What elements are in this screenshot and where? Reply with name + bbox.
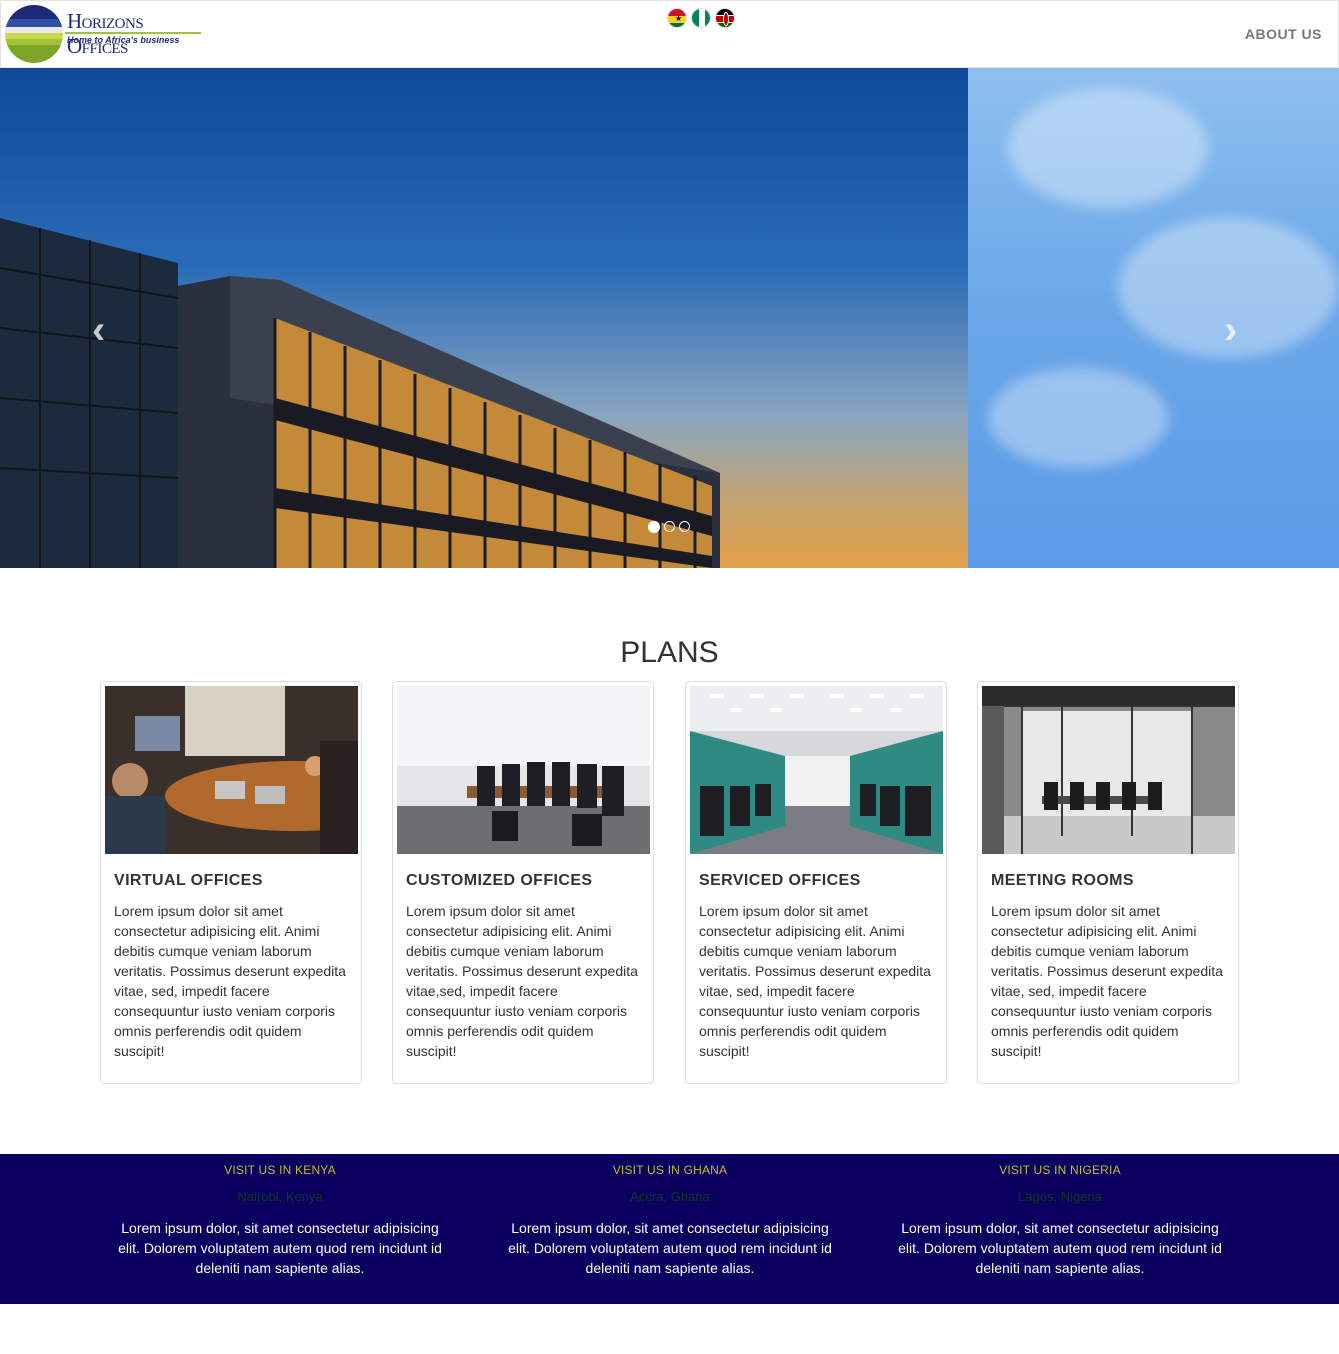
plan-card-title: CUSTOMIZED OFFICES bbox=[406, 872, 593, 889]
site-footer: VISIT US IN KENYA Nairobi, Kenya Lorem i… bbox=[0, 1154, 1339, 1304]
footer-column-title: VISIT US IN GHANA bbox=[612, 1163, 728, 1177]
footer-column-nigeria: VISIT US IN NIGERIA Lagos, Nigeria Lorem… bbox=[895, 1154, 1225, 1278]
plan-card-text: Lorem ipsum dolor sit amet consectetur a… bbox=[406, 903, 638, 1059]
meeting-rooms-photo bbox=[982, 686, 1235, 854]
footer-column-text: Lorem ipsum dolor, sit amet consectetur … bbox=[898, 1220, 1222, 1276]
footer-column-text: Lorem ipsum dolor, sit amet consectetur … bbox=[508, 1220, 832, 1276]
carousel-indicator-2[interactable] bbox=[664, 521, 675, 532]
ghana-flag-icon[interactable]: ★ bbox=[667, 8, 687, 28]
nav-about-us-link[interactable]: ABOUT US bbox=[1245, 26, 1322, 42]
logo[interactable]: Horizons Offices Home to Africa's busine… bbox=[5, 5, 205, 65]
serviced-offices-photo bbox=[690, 686, 943, 854]
footer-column-kenya: VISIT US IN KENYA Nairobi, Kenya Lorem i… bbox=[115, 1154, 445, 1278]
footer-column-city: Accra, Ghana bbox=[630, 1189, 710, 1204]
logo-emblem-icon bbox=[5, 5, 63, 63]
logo-underline bbox=[65, 32, 201, 34]
kenya-flag-icon[interactable] bbox=[715, 8, 735, 28]
footer-column-text: Lorem ipsum dolor, sit amet consectetur … bbox=[118, 1220, 442, 1276]
footer-column-title: VISIT US IN KENYA bbox=[224, 1163, 336, 1177]
customized-offices-photo bbox=[397, 686, 650, 854]
logo-title: Horizons Offices bbox=[67, 9, 144, 58]
plan-card-meeting-rooms[interactable]: MEETING ROOMS Lorem ipsum dolor sit amet… bbox=[977, 681, 1239, 1084]
plan-card-text: Lorem ipsum dolor sit amet consectetur a… bbox=[699, 903, 931, 1059]
plan-card-customized-offices[interactable]: CUSTOMIZED OFFICES Lorem ipsum dolor sit… bbox=[392, 681, 654, 1084]
footer-column-title: VISIT US IN NIGERIA bbox=[999, 1163, 1121, 1177]
plan-card-title: SERVICED OFFICES bbox=[699, 872, 861, 889]
carousel-slide-sky bbox=[968, 68, 1339, 568]
plans-heading: PLANS bbox=[620, 636, 719, 669]
plan-card-text: Lorem ipsum dolor sit amet consectetur a… bbox=[114, 903, 346, 1059]
plan-card-virtual-offices[interactable]: VIRTUAL OFFICES Lorem ipsum dolor sit am… bbox=[100, 681, 362, 1084]
carousel-slide-building bbox=[0, 68, 968, 568]
site-header: Horizons Offices Home to Africa's busine… bbox=[0, 0, 1339, 68]
virtual-offices-photo bbox=[105, 686, 358, 854]
plan-card-title: MEETING ROOMS bbox=[991, 872, 1134, 889]
carousel-indicator-3[interactable] bbox=[679, 521, 690, 532]
hero-carousel: ‹ › bbox=[0, 68, 1339, 568]
footer-column-ghana: VISIT US IN GHANA Accra, Ghana Lorem ips… bbox=[505, 1154, 835, 1278]
carousel-next-icon[interactable]: › bbox=[1224, 308, 1237, 353]
footer-column-city: Nairobi, Kenya bbox=[237, 1189, 323, 1204]
building-photo bbox=[0, 218, 720, 568]
footer-column-city: Lagos, Nigeria bbox=[1018, 1189, 1102, 1204]
plan-card-title: VIRTUAL OFFICES bbox=[114, 872, 263, 889]
nigeria-flag-icon[interactable] bbox=[691, 8, 711, 28]
carousel-prev-icon[interactable]: ‹ bbox=[92, 308, 105, 353]
plan-card-text: Lorem ipsum dolor sit amet consectetur a… bbox=[991, 903, 1223, 1059]
carousel-indicator-1[interactable] bbox=[648, 520, 660, 533]
plan-card-serviced-offices[interactable]: SERVICED OFFICES Lorem ipsum dolor sit a… bbox=[685, 681, 947, 1084]
logo-tagline: Home to Africa's business bbox=[67, 35, 180, 45]
